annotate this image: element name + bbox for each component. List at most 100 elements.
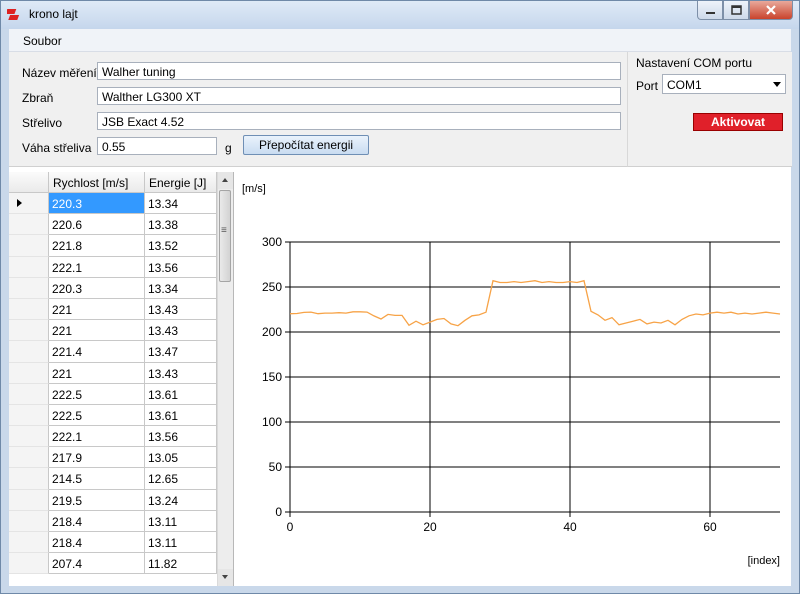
energy-cell[interactable]: 13.05 (145, 447, 217, 469)
minimize-button[interactable] (697, 1, 723, 20)
energy-cell[interactable]: 13.47 (145, 341, 217, 363)
title-bar[interactable]: krono lajt (1, 1, 799, 29)
energy-cell[interactable]: 13.11 (145, 510, 217, 532)
table-row[interactable]: 222.5 13.61 (9, 404, 217, 427)
velocity-cell[interactable]: 222.1 (49, 256, 145, 278)
column-header-velocity[interactable]: Rychlost [m/s] (49, 172, 145, 192)
row-header[interactable] (9, 277, 49, 299)
x-tick-label: 20 (423, 520, 437, 534)
energy-cell[interactable]: 13.38 (145, 214, 217, 236)
velocity-cell[interactable]: 221 (49, 298, 145, 321)
table-row[interactable]: 222.1 13.56 (9, 426, 217, 448)
energy-cell[interactable]: 13.56 (145, 426, 217, 448)
table-row[interactable]: 221.8 13.52 (9, 235, 217, 257)
close-button[interactable] (749, 1, 793, 20)
row-header[interactable] (9, 214, 49, 236)
velocity-cell[interactable]: 222.5 (49, 404, 145, 427)
table-row[interactable]: 207.4 11.82 (9, 553, 217, 575)
row-header[interactable] (9, 235, 49, 257)
energy-cell[interactable]: 11.82 (145, 553, 217, 575)
row-header[interactable] (9, 426, 49, 448)
row-header[interactable] (9, 532, 49, 554)
velocity-cell[interactable]: 207.4 (49, 553, 145, 575)
velocity-cell[interactable]: 220.3 (49, 277, 145, 299)
ammo-label: Střelivo (22, 116, 63, 130)
energy-cell[interactable]: 13.56 (145, 256, 217, 278)
energy-cell[interactable]: 13.11 (145, 532, 217, 554)
velocity-cell[interactable]: 221 (49, 362, 145, 384)
weight-input[interactable]: 0.55 (97, 137, 217, 155)
scroll-up-icon[interactable] (218, 172, 233, 189)
row-header[interactable] (9, 341, 49, 363)
row-header[interactable] (9, 362, 49, 384)
table-row[interactable]: 220.6 13.38 (9, 214, 217, 236)
energy-cell[interactable]: 13.43 (145, 298, 217, 321)
table-row[interactable]: 221 13.43 (9, 298, 217, 321)
velocity-cell[interactable]: 218.4 (49, 510, 145, 532)
activate-button[interactable]: Aktivovat (693, 113, 783, 131)
velocity-cell[interactable]: 217.9 (49, 447, 145, 469)
recalculate-energy-button[interactable]: Přepočítat energii (243, 135, 369, 155)
row-header[interactable] (9, 447, 49, 469)
ammo-input[interactable]: JSB Exact 4.52 (97, 112, 621, 130)
velocity-cell[interactable]: 222.1 (49, 426, 145, 448)
y-tick-label: 150 (262, 370, 282, 384)
measurement-name-input[interactable]: Walher tuning (97, 62, 621, 80)
velocity-cell[interactable]: 221 (49, 320, 145, 342)
table-row[interactable]: 220.3 13.34 (9, 193, 217, 215)
row-header[interactable] (9, 489, 49, 511)
row-header[interactable] (9, 320, 49, 342)
row-header[interactable] (9, 383, 49, 405)
table-row[interactable]: 217.9 13.05 (9, 447, 217, 469)
data-grid: Rychlost [m/s] Energie [J] 220.3 13.34 220… (9, 172, 234, 586)
column-header-energy[interactable]: Energie [J] (145, 172, 217, 192)
menu-bar: Soubor (9, 29, 791, 52)
row-header[interactable] (9, 468, 49, 490)
energy-cell[interactable]: 13.43 (145, 320, 217, 342)
velocity-cell[interactable]: 220.6 (49, 214, 145, 236)
table-row[interactable]: 221 13.43 (9, 362, 217, 384)
energy-cell[interactable]: 13.34 (145, 193, 217, 215)
table-row[interactable]: 222.1 13.56 (9, 256, 217, 278)
table-row[interactable]: 219.5 13.24 (9, 489, 217, 511)
table-row[interactable]: 218.4 13.11 (9, 532, 217, 554)
energy-cell[interactable]: 13.34 (145, 277, 217, 299)
maximize-button[interactable] (723, 1, 749, 20)
x-axis-label: [index] (748, 555, 780, 567)
row-header[interactable] (9, 553, 49, 575)
port-select[interactable]: COM1 (662, 74, 786, 94)
row-header[interactable] (9, 193, 49, 215)
energy-cell[interactable]: 13.61 (145, 404, 217, 427)
energy-cell[interactable]: 13.24 (145, 489, 217, 511)
port-label: Port (636, 79, 659, 93)
velocity-cell[interactable]: 219.5 (49, 489, 145, 511)
velocity-cell[interactable]: 214.5 (49, 468, 145, 490)
velocity-cell[interactable]: 218.4 (49, 532, 145, 554)
port-select-value: COM1 (667, 78, 702, 92)
velocity-cell[interactable]: 221.4 (49, 341, 145, 363)
grid-scrollbar[interactable] (217, 172, 233, 586)
table-row[interactable]: 221 13.43 (9, 320, 217, 342)
table-row[interactable]: 218.4 13.11 (9, 510, 217, 532)
energy-cell[interactable]: 12.65 (145, 468, 217, 490)
maximize-icon (731, 5, 742, 15)
energy-cell[interactable]: 13.43 (145, 362, 217, 384)
energy-cell[interactable]: 13.61 (145, 383, 217, 405)
scroll-down-icon[interactable] (218, 569, 233, 586)
row-header[interactable] (9, 510, 49, 532)
scroll-thumb[interactable] (219, 190, 231, 282)
table-row[interactable]: 214.5 12.65 (9, 468, 217, 490)
menu-file[interactable]: Soubor (23, 34, 62, 48)
table-row[interactable]: 222.5 13.61 (9, 383, 217, 405)
app-logo-icon (7, 9, 20, 20)
row-header[interactable] (9, 256, 49, 278)
velocity-cell[interactable]: 221.8 (49, 235, 145, 257)
table-row[interactable]: 220.3 13.34 (9, 277, 217, 299)
weapon-input[interactable]: Walther LG300 XT (97, 87, 621, 105)
row-header[interactable] (9, 298, 49, 321)
velocity-cell[interactable]: 222.5 (49, 383, 145, 405)
table-row[interactable]: 221.4 13.47 (9, 341, 217, 363)
velocity-cell[interactable]: 220.3 (49, 193, 145, 215)
energy-cell[interactable]: 13.52 (145, 235, 217, 257)
row-header[interactable] (9, 404, 49, 427)
